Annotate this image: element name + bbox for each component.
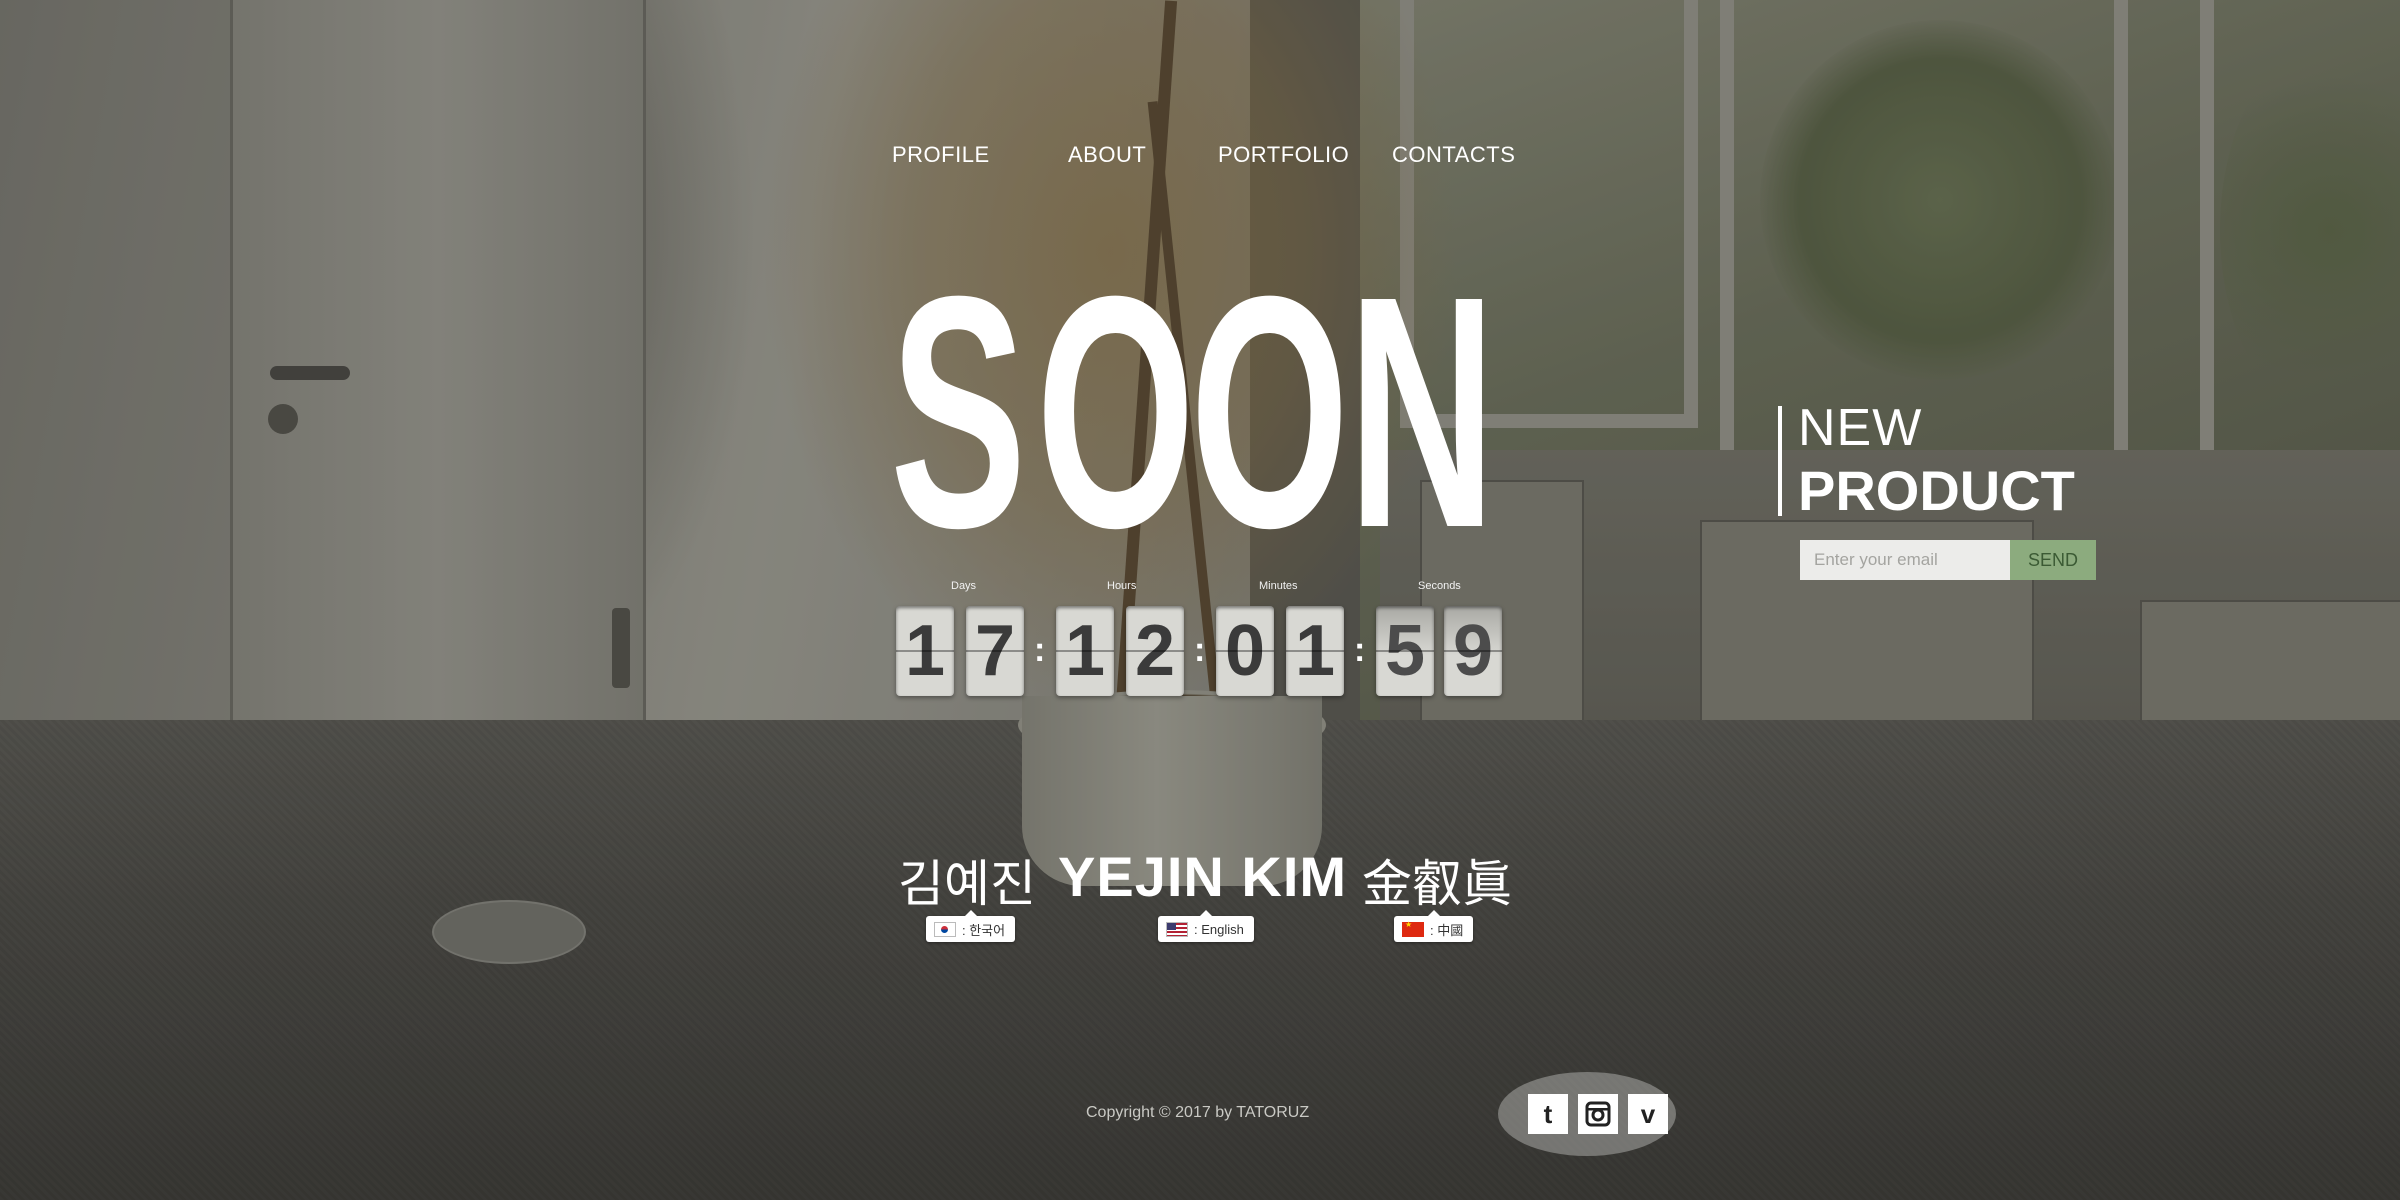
- headline-letter: O: [1190, 227, 1350, 596]
- vimeo-icon[interactable]: v: [1628, 1094, 1668, 1134]
- copyright-text: Copyright © 2017 by TATORUZ: [1086, 1104, 1310, 1121]
- tumblr-icon[interactable]: t: [1528, 1094, 1568, 1134]
- headline-letter: O: [1036, 227, 1196, 596]
- countdown-digit: 1: [1056, 606, 1114, 696]
- flag-cn-icon: [1402, 920, 1424, 937]
- send-button[interactable]: SEND: [2010, 540, 2096, 580]
- countdown-digit: 2: [1126, 606, 1184, 696]
- accent-bar: [1778, 406, 1782, 516]
- countdown-separator: :: [1034, 631, 1046, 669]
- countdown-digit: 1: [896, 606, 954, 696]
- nav-about[interactable]: ABOUT: [1068, 142, 1146, 168]
- new-product-title-line2: PRODUCT: [1798, 459, 2075, 522]
- countdown-digit: 0: [1216, 606, 1274, 696]
- countdown-label-hours: Hours: [1107, 580, 1137, 592]
- nav-profile[interactable]: PROFILE: [892, 142, 990, 168]
- name-chinese: 金叡眞: [1362, 855, 1512, 913]
- countdown-digit: 9: [1444, 606, 1502, 696]
- headline-letter: S: [890, 227, 1027, 596]
- new-product-title-line1: NEW: [1798, 399, 1923, 457]
- instagram-glyph: [1585, 1101, 1611, 1127]
- language-label: : 한국어: [962, 922, 1006, 938]
- countdown-label-days: Days: [951, 580, 977, 592]
- name-english: YEJIN KIM: [1058, 845, 1348, 908]
- instagram-icon[interactable]: [1578, 1094, 1618, 1134]
- headline-letter: N: [1348, 227, 1496, 596]
- language-english-button[interactable]: : English: [1158, 910, 1254, 942]
- language-chinese-button[interactable]: : 中國: [1394, 910, 1474, 942]
- flag-kr-icon: [934, 921, 956, 937]
- soon-headline: S O O N: [890, 227, 1510, 596]
- countdown-label-seconds: Seconds: [1418, 580, 1461, 592]
- flag-us-icon: [1166, 921, 1188, 937]
- countdown-digit: 1: [1286, 606, 1344, 696]
- email-input[interactable]: [1800, 540, 2010, 580]
- language-label: : English: [1194, 921, 1244, 937]
- countdown-digit: 5: [1376, 606, 1434, 696]
- countdown-label-minutes: Minutes: [1259, 580, 1298, 592]
- countdown-digit: 7: [966, 606, 1024, 696]
- nav-portfolio[interactable]: PORTFOLIO: [1218, 142, 1349, 168]
- language-label: : 中國: [1430, 922, 1464, 938]
- countdown-separator: :: [1354, 631, 1366, 669]
- countdown-separator: :: [1194, 631, 1206, 669]
- background-photo: [0, 0, 2400, 1200]
- language-korean-button[interactable]: : 한국어: [926, 910, 1016, 942]
- nav-contacts[interactable]: CONTACTS: [1392, 142, 1515, 168]
- name-korean: 김예진: [898, 855, 1036, 913]
